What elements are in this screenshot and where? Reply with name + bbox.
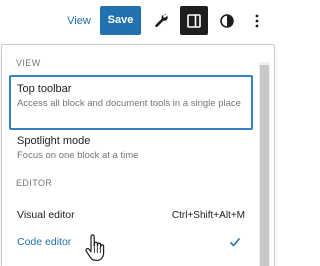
keyboard-shortcut: Ctrl+Shift+Alt+M — [171, 209, 245, 221]
wrench-icon — [155, 13, 168, 27]
menu-item-label: Visual editor — [17, 209, 75, 221]
vertical-ellipsis-icon — [255, 14, 259, 27]
menu-item-label: Code editor — [17, 236, 72, 248]
hand-pointer-cursor-icon — [85, 234, 105, 261]
checkmark-icon — [229, 237, 241, 247]
editor-screen: View Save VIEW Top toolbar Access all bl… — [0, 0, 280, 266]
styles-button[interactable] — [213, 6, 241, 35]
menu-item-title: Top toolbar — [17, 83, 72, 95]
sidebar-icon — [187, 13, 201, 28]
menu-item-visual-editor[interactable]: Visual editor Ctrl+Shift+Alt+M — [9, 203, 253, 227]
menu-item-code-editor[interactable]: Code editor — [9, 230, 253, 254]
options-dropdown-menu: VIEW Top toolbar Access all block and do… — [1, 44, 275, 266]
save-button[interactable]: Save — [100, 6, 141, 35]
half-circle-icon — [220, 13, 234, 28]
options-menu-button[interactable] — [245, 6, 269, 35]
editor-top-toolbar: View Save — [0, 0, 280, 40]
view-section-heading: VIEW — [16, 58, 41, 68]
settings-sidebar-toggle[interactable] — [180, 6, 208, 35]
view-button[interactable]: View — [62, 11, 96, 31]
menu-item-title: Spotlight mode — [17, 135, 91, 147]
menu-item-top-toolbar[interactable]: Top toolbar Access all block and documen… — [9, 75, 253, 130]
menu-item-description: Focus on one block at a time — [17, 150, 139, 161]
menu-scrollbar-thumb[interactable] — [260, 65, 269, 266]
menu-item-spotlight-mode[interactable]: Spotlight mode Focus on one block at a t… — [9, 131, 253, 171]
menu-item-description: Access all block and document tools in a… — [17, 98, 241, 109]
editor-section-heading: EDITOR — [16, 178, 53, 188]
tools-button[interactable] — [147, 6, 175, 35]
